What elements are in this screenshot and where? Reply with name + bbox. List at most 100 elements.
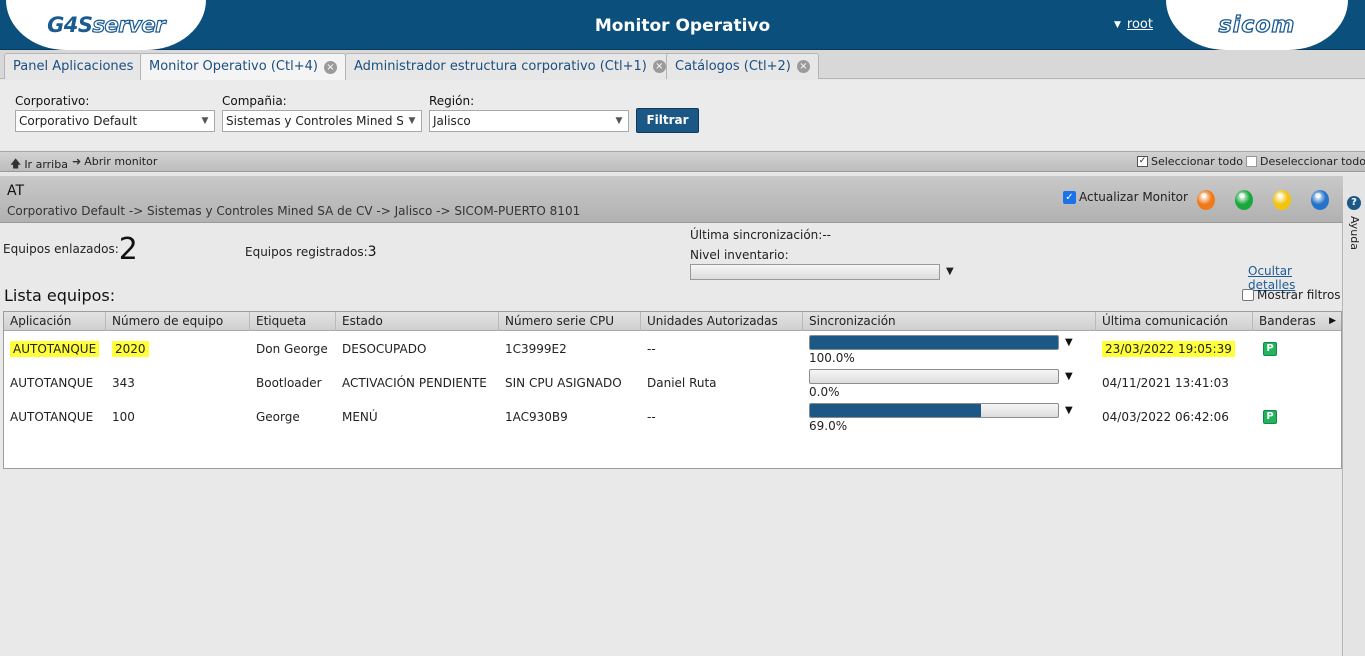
sync-progress-fill bbox=[810, 404, 982, 417]
compania-select[interactable]: Sistemas y Controles Mined SA de CV ▼ bbox=[222, 110, 422, 132]
seleccionar-todo-button[interactable]: ✓ Seleccionar todo bbox=[1137, 155, 1243, 168]
filtrar-button[interactable]: Filtrar bbox=[636, 108, 699, 133]
ultima-sincronizacion: Última sincronización:-- bbox=[690, 228, 831, 242]
chevron-down-icon[interactable]: ▼ bbox=[1065, 405, 1073, 416]
cell-aplicacion: AUTOTANQUE bbox=[10, 376, 94, 390]
breadcrumb: Corporativo Default -> Sistemas y Contro… bbox=[7, 204, 581, 218]
cell-aplicacion: AUTOTANQUE bbox=[10, 410, 94, 424]
chevron-down-icon: ▼ bbox=[403, 111, 421, 131]
cell-unidades: Daniel Ruta bbox=[647, 376, 717, 390]
column-header-numero-equipo[interactable]: Número de equipo bbox=[106, 312, 250, 331]
cell-numero-serie: 1C3999E2 bbox=[505, 342, 567, 356]
column-header-ultima-comunicacion[interactable]: Última comunicación bbox=[1096, 312, 1253, 331]
column-header-banderas[interactable]: Banderas bbox=[1253, 312, 1341, 331]
cell-estado: DESOCUPADO bbox=[342, 342, 427, 356]
region-filter: Región: Jalisco ▼ bbox=[429, 94, 629, 132]
cell-ultima-comunicacion: 04/03/2022 06:42:06 bbox=[1102, 410, 1229, 424]
cell-unidades: -- bbox=[647, 410, 656, 424]
sync-progress-bar bbox=[809, 335, 1059, 350]
equipos-table: Aplicación Número de equipo Etiqueta Est… bbox=[3, 311, 1342, 469]
cell-numero-equipo: 2020 bbox=[106, 332, 149, 366]
column-header-estado[interactable]: Estado bbox=[336, 312, 499, 331]
column-header-numero-serie-cpu[interactable]: Número serie CPU bbox=[499, 312, 641, 331]
flag-p-icon[interactable]: P bbox=[1263, 342, 1277, 356]
compania-filter: Compañia: Sistemas y Controles Mined SA … bbox=[222, 94, 422, 132]
equipos-registrados: Equipos registrados:3 bbox=[245, 244, 377, 260]
stats-section: Equipos enlazados:2 Equipos registrados:… bbox=[0, 224, 1343, 312]
sync-progress-bar bbox=[809, 403, 1059, 418]
user-menu[interactable]: ▼ root bbox=[1114, 17, 1153, 32]
cell-etiqueta: George bbox=[256, 410, 300, 424]
tab-monitor-operativo[interactable]: Monitor Operativo (Ctl+4) × bbox=[140, 53, 346, 80]
app-header: G4Sserver Monitor Operativo ▼ root sicom bbox=[0, 0, 1365, 50]
scroll-right-icon[interactable]: ▶ bbox=[1329, 312, 1336, 331]
table-row[interactable]: AUTOTANQUE 100 George MENÚ 1AC930B9 -- 04/03/2… bbox=[4, 400, 1341, 434]
status-led-blue-icon[interactable] bbox=[1311, 190, 1329, 210]
cell-etiqueta: Don George bbox=[256, 342, 328, 356]
close-icon[interactable]: × bbox=[796, 60, 810, 73]
checkbox-checked-icon: ✓ bbox=[1137, 156, 1148, 167]
cell-numero-serie: 1AC930B9 bbox=[505, 410, 568, 424]
page-title: Monitor Operativo bbox=[594, 16, 771, 36]
sync-progress-bar bbox=[809, 369, 1059, 384]
region-select[interactable]: Jalisco ▼ bbox=[429, 110, 629, 132]
cell-aplicacion: AUTOTANQUE bbox=[4, 332, 100, 366]
close-icon[interactable]: × bbox=[323, 60, 337, 74]
chevron-down-icon[interactable]: ▼ bbox=[1065, 371, 1073, 382]
chevron-down-icon: ▼ bbox=[1114, 19, 1121, 30]
tab-catalogos[interactable]: Catálogos (Ctl+2) × bbox=[666, 53, 819, 79]
chevron-down-icon[interactable]: ▼ bbox=[946, 266, 954, 277]
status-led-orange-icon[interactable] bbox=[1197, 190, 1215, 210]
panel-header: AT Corporativo Default -> Sistemas y Con… bbox=[0, 176, 1343, 223]
checkbox-empty-icon bbox=[1246, 156, 1257, 167]
deseleccionar-todo-button[interactable]: Deseleccionar todo bbox=[1246, 155, 1365, 168]
table-header: Aplicación Número de equipo Etiqueta Est… bbox=[4, 312, 1341, 331]
corporativo-select[interactable]: Corporativo Default ▼ bbox=[15, 110, 215, 132]
checkbox-checked-icon: ✓ bbox=[1063, 190, 1076, 204]
help-label[interactable]: Ayuda bbox=[1348, 216, 1361, 250]
tab-administrador-estructura[interactable]: Administrador estructura corporativo (Ct… bbox=[345, 53, 675, 79]
lista-equipos-title: Lista equipos: bbox=[4, 286, 116, 305]
tab-panel-aplicaciones[interactable]: Panel Aplicaciones bbox=[4, 53, 143, 79]
ir-arriba-button[interactable]: 🡅 Ir arriba bbox=[10, 155, 68, 174]
column-header-sincronizacion[interactable]: Sincronización bbox=[803, 312, 1096, 331]
checkbox-empty-icon bbox=[1242, 289, 1254, 301]
chevron-down-icon[interactable]: ▼ bbox=[1065, 337, 1073, 348]
column-header-etiqueta[interactable]: Etiqueta bbox=[250, 312, 336, 331]
status-led-yellow-icon[interactable] bbox=[1273, 190, 1291, 210]
column-header-aplicacion[interactable]: Aplicación bbox=[4, 312, 106, 331]
arrow-right-icon: ➜ bbox=[72, 155, 82, 168]
sync-percent: 0.0% bbox=[809, 385, 840, 399]
table-row[interactable]: AUTOTANQUE 343 Bootloader ACTIVACIÓN PENDIE… bbox=[4, 366, 1341, 400]
cell-numero-equipo: 343 bbox=[112, 376, 135, 390]
column-header-unidades-autorizadas[interactable]: Unidades Autorizadas bbox=[641, 312, 803, 331]
mostrar-filtros-checkbox[interactable]: Mostrar filtros bbox=[1242, 288, 1341, 302]
panel-title: AT bbox=[7, 183, 25, 199]
arrow-up-icon: 🡅 bbox=[10, 157, 22, 170]
equipos-enlazados: Equipos enlazados:2 bbox=[3, 232, 138, 267]
actualizar-monitor-checkbox[interactable]: ✓ Actualizar Monitor bbox=[1063, 190, 1188, 204]
sync-percent: 100.0% bbox=[809, 351, 855, 365]
cell-ultima-comunicacion: 23/03/2022 19:05:39 bbox=[1096, 332, 1235, 366]
tab-bar: Panel Aplicaciones Monitor Operativo (Ct… bbox=[0, 50, 1365, 80]
help-icon[interactable]: ? bbox=[1347, 196, 1361, 210]
cell-numero-serie: SIN CPU ASIGNADO bbox=[505, 376, 622, 390]
flag-p-icon[interactable]: P bbox=[1263, 410, 1277, 424]
cell-etiqueta: Bootloader bbox=[256, 376, 322, 390]
nivel-inventario-label: Nivel inventario: bbox=[690, 248, 789, 262]
help-rail[interactable]: ? Ayuda bbox=[1344, 176, 1365, 656]
toolbar: 🡅 Ir arriba ➜ Abrir monitor ✓ Selecciona… bbox=[0, 151, 1365, 172]
table-row[interactable]: AUTOTANQUE 2020 Don George DESOCUPADO 1C3999… bbox=[4, 332, 1341, 366]
sync-progress-fill bbox=[810, 336, 1058, 349]
status-led-green-icon[interactable] bbox=[1235, 190, 1253, 210]
sync-percent: 69.0% bbox=[809, 419, 848, 433]
chevron-down-icon: ▼ bbox=[196, 111, 214, 131]
user-link[interactable]: root bbox=[1127, 17, 1153, 32]
sicom-logo: sicom bbox=[1166, 0, 1348, 50]
corporativo-filter: Corporativo: Corporativo Default ▼ bbox=[15, 94, 215, 132]
close-icon[interactable]: × bbox=[652, 60, 666, 73]
cell-estado: ACTIVACIÓN PENDIENTE bbox=[342, 376, 487, 390]
cell-unidades: -- bbox=[647, 342, 656, 356]
chevron-down-icon: ▼ bbox=[610, 111, 628, 131]
abrir-monitor-button[interactable]: ➜ Abrir monitor bbox=[72, 155, 157, 168]
